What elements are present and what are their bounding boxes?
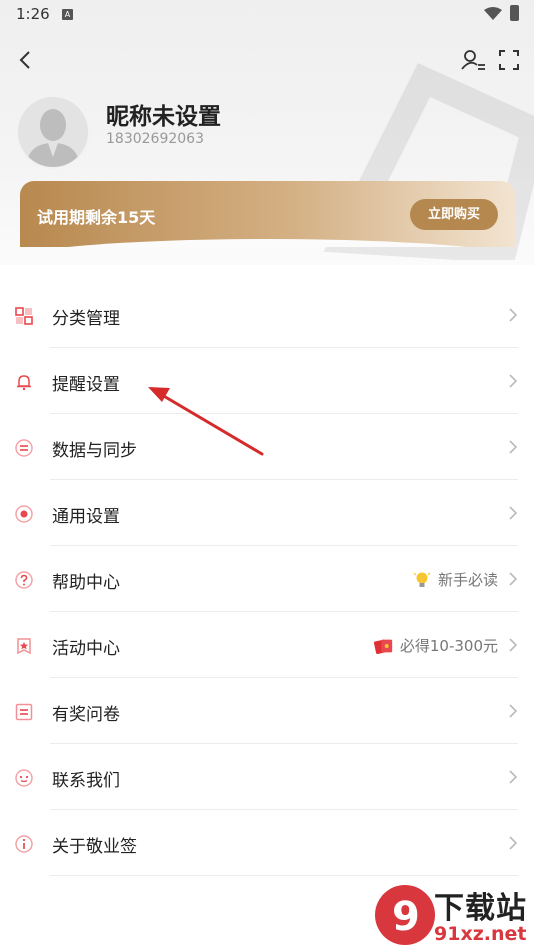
chevron-right-icon [509, 770, 518, 784]
red-envelope-icon [373, 639, 393, 654]
status-time: 1:26 [16, 5, 50, 23]
trial-remaining-text: 试用期剩余15天 [37, 208, 156, 227]
phone-number: 18302692063 [106, 131, 204, 147]
status-bar: 1:26 A [0, 0, 534, 30]
chevron-right-icon [509, 704, 518, 718]
divider [50, 875, 518, 876]
user-settings-button[interactable] [460, 48, 486, 72]
menu-item-label: 关于敬业签 [52, 837, 137, 857]
chevron-right-icon [509, 836, 518, 850]
info-icon [15, 835, 33, 853]
watermark-text: 下载站 [434, 891, 527, 926]
menu-item-label: 提醒设置 [52, 375, 120, 395]
user-settings-icon [461, 50, 485, 70]
menu-item-help[interactable]: 帮助中心 新手必读 [0, 546, 534, 612]
category-icon [15, 307, 33, 325]
chevron-right-icon [509, 374, 518, 388]
menu-item-survey[interactable]: 有奖问卷 [0, 678, 534, 744]
menu-item-contact[interactable]: 联系我们 [0, 744, 534, 810]
contact-icon [15, 769, 33, 787]
menu-item-label: 帮助中心 [52, 573, 120, 593]
survey-icon [15, 703, 33, 721]
chevron-right-icon [509, 440, 518, 454]
watermark-url: 91xz.net [434, 923, 527, 945]
menu-item-label: 分类管理 [52, 309, 120, 329]
chevron-right-icon [509, 506, 518, 520]
back-button[interactable] [14, 48, 38, 72]
chevron-right-icon [509, 308, 518, 322]
wifi-icon [484, 7, 502, 20]
menu-item-label: 有奖问卷 [52, 705, 120, 725]
menu-item-activity[interactable]: 活动中心 必得10-300元 [0, 612, 534, 678]
lightbulb-icon [413, 572, 431, 587]
help-extra: 新手必读 [412, 569, 498, 590]
chevron-right-icon [509, 572, 518, 586]
fullscreen-icon [499, 50, 519, 70]
help-icon [15, 571, 33, 589]
battery-icon [510, 5, 519, 21]
activity-extra: 必得10-300元 [373, 635, 498, 656]
fullscreen-button[interactable] [498, 49, 520, 71]
menu-item-label: 联系我们 [52, 771, 120, 791]
trial-banner: 试用期剩余15天 立即购买 [20, 181, 515, 247]
notification-icon: A [62, 9, 73, 20]
menu-item-about[interactable]: 关于敬业签 [0, 810, 534, 876]
avatar[interactable] [16, 95, 90, 169]
nickname[interactable]: 昵称未设置 [106, 97, 221, 131]
sync-icon [15, 439, 33, 457]
general-settings-icon [15, 505, 33, 523]
help-extra-text: 新手必读 [437, 571, 498, 589]
buy-now-button[interactable]: 立即购买 [410, 199, 498, 230]
chevron-left-icon [19, 51, 30, 69]
menu-item-reminder[interactable]: 提醒设置 [0, 348, 534, 414]
activity-icon [17, 638, 31, 655]
menu-item-label: 通用设置 [52, 507, 120, 527]
user-avatar-icon [26, 109, 80, 167]
menu-item-label: 数据与同步 [52, 441, 137, 461]
chevron-right-icon [509, 638, 518, 652]
watermark-logo-text: 9 [392, 894, 420, 940]
settings-menu: 分类管理 提醒设置 数据与同步 通用设置 帮助中心 新手必读 活动中心 必得10… [0, 282, 534, 876]
menu-item-sync[interactable]: 数据与同步 [0, 414, 534, 480]
activity-extra-text: 必得10-300元 [399, 637, 498, 655]
menu-item-general[interactable]: 通用设置 [0, 480, 534, 546]
menu-item-label: 活动中心 [52, 639, 120, 659]
menu-item-category[interactable]: 分类管理 [0, 282, 534, 348]
bell-icon [17, 375, 31, 391]
